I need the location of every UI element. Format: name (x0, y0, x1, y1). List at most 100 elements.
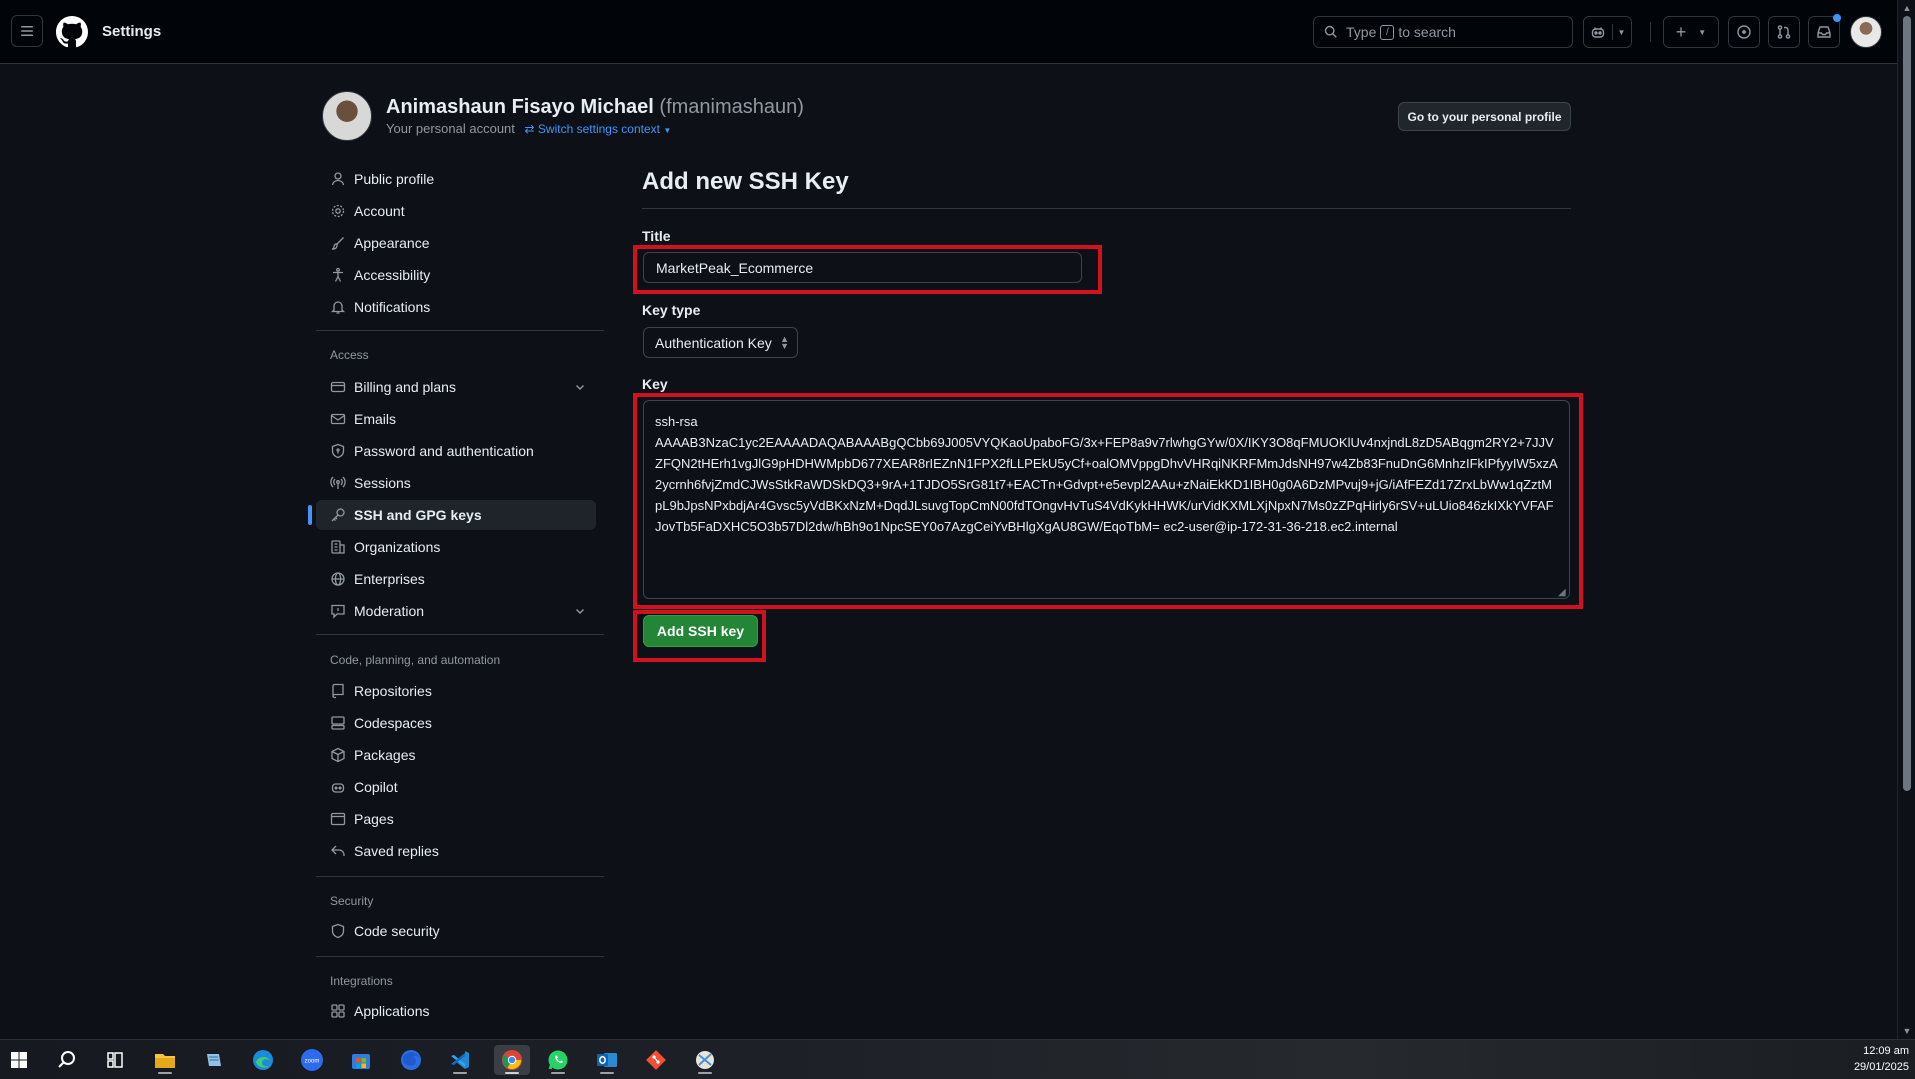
windows-start-icon[interactable] (4, 1045, 34, 1075)
scroll-down-arrow-icon[interactable]: ▼ (1902, 1026, 1912, 1036)
profile-name: Animashaun Fisayo Michael (fmanimashaun) (386, 96, 804, 119)
notepad-icon[interactable] (199, 1045, 229, 1075)
title-input[interactable] (643, 252, 1082, 283)
profile-subtitle-text: Your personal account (386, 121, 515, 136)
gear-icon (330, 203, 346, 219)
browser-icon (330, 811, 346, 827)
triangle-down-icon: ▼ (663, 126, 672, 135)
switch-settings-context-label: Switch settings context (537, 122, 660, 136)
key-type-label: Key type (642, 302, 701, 318)
sidebar-item-emails[interactable]: Emails (316, 404, 596, 434)
sidebar-item-packages[interactable]: Packages (316, 740, 596, 770)
globe-icon (330, 571, 346, 587)
git-icon[interactable] (641, 1045, 671, 1075)
chevron-down-icon: ▼ (1617, 27, 1626, 37)
sidebar-item-saved-replies[interactable]: Saved replies (316, 836, 596, 866)
sidebar-item-public-profile[interactable]: Public profile (316, 164, 596, 194)
create-new-button[interactable]: + ▼ (1663, 16, 1719, 48)
store-icon[interactable] (346, 1045, 376, 1075)
snipping-icon[interactable] (690, 1045, 720, 1075)
sidebar-divider (316, 330, 604, 331)
sidebar-item-label: SSH and GPG keys (354, 507, 482, 523)
sidebar-item-repositories[interactable]: Repositories (316, 676, 596, 706)
active-app-indicator (698, 1072, 712, 1074)
key-textarea[interactable]: ssh-rsa AAAAB3NzaC1yc2EAAAADAQABAAABgQCb… (643, 400, 1570, 599)
repo-icon (330, 683, 346, 699)
go-to-profile-button[interactable]: Go to your personal profile (1398, 102, 1571, 131)
github-logo-icon[interactable] (56, 16, 88, 48)
chevron-down-icon[interactable] (574, 604, 586, 620)
search-suffix: to search (1398, 24, 1456, 40)
edge-icon[interactable] (248, 1045, 278, 1075)
broadcast-icon (330, 475, 346, 491)
git-pull-request-icon (1776, 24, 1792, 40)
sidebar-item-account[interactable]: Account (316, 196, 596, 226)
menu-icon[interactable] (11, 15, 43, 47)
textarea-resize-grip-icon[interactable]: ◢ (1558, 587, 1568, 598)
outlook-icon[interactable] (592, 1045, 622, 1075)
profile-avatar[interactable] (322, 91, 372, 141)
sidebar-item-applications[interactable]: Applications (316, 996, 596, 1026)
arrow-switch-icon: ⇄ (524, 122, 535, 136)
sidebar-item-ssh-gpg-keys[interactable]: SSH and GPG keys (308, 500, 596, 530)
sidebar-item-label: Appearance (354, 235, 430, 251)
header-divider (1650, 22, 1651, 42)
sidebar-item-label: Saved replies (354, 843, 439, 859)
task-view-icon[interactable] (100, 1045, 130, 1075)
add-ssh-key-button[interactable]: Add SSH key (643, 615, 758, 647)
reply-icon (330, 843, 346, 859)
firefox-icon[interactable] (396, 1045, 426, 1075)
key-type-select[interactable]: Authentication Key ▲ ▼ (643, 327, 798, 358)
pull-requests-button[interactable] (1768, 16, 1800, 48)
sidebar-item-password[interactable]: Password and authentication (316, 436, 596, 466)
system-clock[interactable]: 12:09 am 29/01/2025 (1854, 1043, 1909, 1075)
profile-full-name[interactable]: Animashaun Fisayo Michael (386, 96, 654, 118)
sidebar-item-label: Repositories (354, 683, 432, 699)
vscode-icon[interactable] (445, 1045, 475, 1075)
chevron-down-icon[interactable] (574, 380, 586, 396)
copilot-icon (1590, 24, 1613, 40)
switch-settings-context-link[interactable]: ⇄ Switch settings context ▼ (525, 122, 672, 136)
search-icon[interactable] (52, 1045, 82, 1075)
sidebar-item-pages[interactable]: Pages (316, 804, 596, 834)
scroll-up-arrow-icon[interactable]: ▲ (1902, 3, 1912, 13)
whatsapp-icon[interactable] (543, 1045, 573, 1075)
sidebar-item-enterprises[interactable]: Enterprises (316, 564, 596, 594)
inbox-icon (1816, 24, 1832, 40)
sidebar-item-copilot[interactable]: Copilot (316, 772, 596, 802)
chrome-icon[interactable] (494, 1045, 530, 1075)
key-label: Key (642, 376, 668, 392)
active-app-indicator (505, 1072, 519, 1074)
codespaces-icon (330, 715, 346, 731)
sidebar-item-label: Moderation (354, 603, 425, 619)
search-shortcut-key: / (1380, 24, 1395, 40)
issues-button[interactable] (1728, 16, 1760, 48)
scrollbar-thumb[interactable] (1903, 16, 1911, 791)
copilot-menu-button[interactable]: ▼ (1583, 16, 1632, 48)
zoom-icon[interactable]: zoom (297, 1045, 327, 1075)
issue-opened-icon (1736, 24, 1752, 40)
person-icon (330, 171, 346, 187)
sidebar-item-label: Copilot (354, 779, 398, 795)
bell-icon (330, 299, 346, 315)
svg-text:zoom: zoom (305, 1059, 320, 1065)
sidebar-item-label: Emails (354, 411, 397, 427)
header-title[interactable]: Settings (102, 23, 161, 40)
file-explorer-icon[interactable] (150, 1045, 180, 1075)
accessibility-icon (330, 267, 346, 283)
sidebar-item-moderation[interactable]: Moderation (316, 596, 596, 626)
sidebar-item-sessions[interactable]: Sessions (316, 468, 596, 498)
sidebar-item-appearance[interactable]: Appearance (316, 228, 596, 258)
shield-lock-icon (330, 443, 346, 459)
sidebar-item-codespaces[interactable]: Codespaces (316, 708, 596, 738)
sidebar-item-billing[interactable]: Billing and plans (316, 372, 596, 402)
select-arrows-icon: ▲ ▼ (780, 334, 789, 351)
sidebar-item-code-security[interactable]: Code security (316, 916, 596, 946)
sidebar-item-notifications[interactable]: Notifications (316, 292, 596, 322)
search-input[interactable]: Type / to search (1313, 16, 1573, 48)
sidebar-item-accessibility[interactable]: Accessibility (316, 260, 596, 290)
user-avatar[interactable] (1850, 16, 1882, 48)
copilot-icon (330, 779, 346, 795)
sidebar-item-label: Public profile (354, 171, 435, 187)
sidebar-item-organizations[interactable]: Organizations (316, 532, 596, 562)
